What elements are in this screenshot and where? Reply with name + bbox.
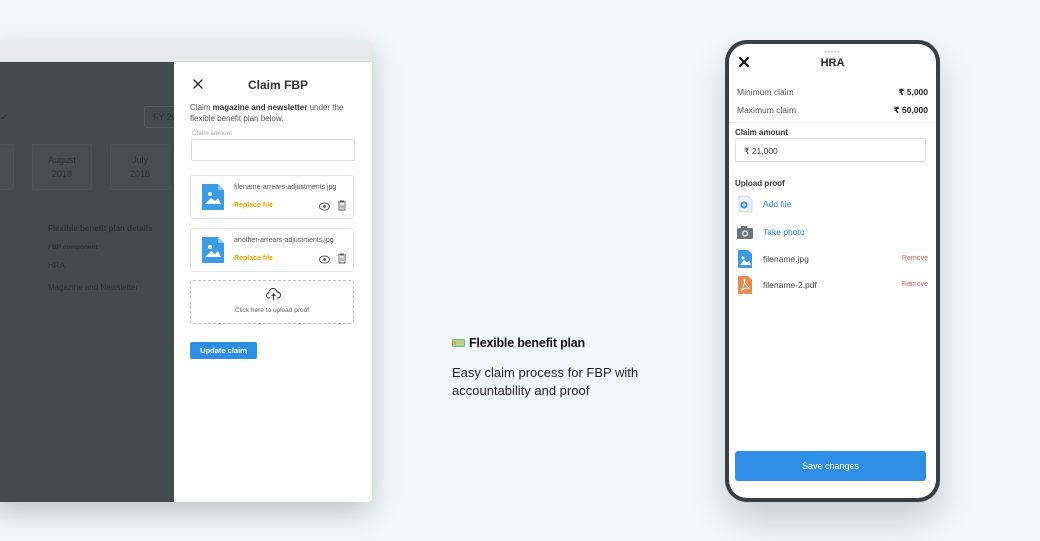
desc-bold: magazine and newsletter [212, 103, 308, 112]
component-row-magazine: Magazine and Newsletter [48, 283, 139, 292]
desc-prefix: Claim [190, 103, 213, 112]
money-icon [452, 339, 465, 347]
maximum-claim-value: ₹ 50,000 [893, 105, 928, 115]
image-file-icon [738, 250, 752, 268]
eye-icon[interactable] [319, 202, 330, 211]
panel-description: Claim magazine and newsletter under the … [190, 102, 360, 124]
camera-icon[interactable] [736, 223, 754, 241]
check-icon: ✓ [0, 112, 9, 123]
month-card-july: July 2018 [110, 144, 170, 190]
trash-icon[interactable] [337, 200, 347, 211]
upload-text: Click here to upload proof [234, 307, 310, 314]
upload-proof-label: Upload proof [735, 179, 785, 188]
feature-callout: Flexible benefit plan Easy claim process… [452, 336, 682, 400]
minimum-claim-value: ₹ 5,000 [898, 87, 928, 97]
claim-fbp-panel: Claim FBP Claim magazine and newsletter … [174, 62, 372, 502]
claim-amount-input[interactable]: ₹ 21,000 [735, 138, 926, 162]
minimum-claim-label: Minimum claim [737, 87, 794, 97]
divider [729, 122, 936, 123]
remove-file-link[interactable]: Remove [902, 255, 928, 262]
feature-title: Flexible benefit plan [469, 336, 585, 350]
file-name: filename.jpg [763, 254, 809, 264]
component-header: FBP component [48, 244, 98, 251]
feature-description: Easy claim process for FBP with accounta… [452, 365, 639, 398]
image-file-icon [202, 237, 224, 263]
trash-icon[interactable] [337, 253, 347, 264]
feature-header: Flexible benefit plan [452, 336, 682, 350]
month-name: August [47, 155, 77, 165]
file-card: filename-arrears-adjustments.jpg Replace… [190, 175, 354, 219]
save-changes-button[interactable]: Save changes [735, 451, 926, 481]
add-file-icon[interactable] [736, 195, 754, 213]
eye-icon[interactable] [319, 255, 330, 264]
details-title: Flexible benefit plan details [48, 224, 153, 233]
file-card: another-arrears-adjustments.jpg Replace … [190, 228, 354, 272]
replace-file-link[interactable]: Replace file [234, 202, 273, 209]
notch-icon: ••••• [824, 50, 841, 56]
month-year: 2018 [129, 169, 151, 179]
remove-file-link[interactable]: Remove [902, 281, 928, 288]
claim-amount-label: Claim amount [735, 128, 788, 137]
phone-frame: ••••• HRA Minimum claim ₹ 5,000 Maximum … [725, 40, 940, 502]
component-row-hra: HRA [48, 261, 65, 270]
replace-file-link[interactable]: Replace file [234, 255, 273, 262]
claim-amount-label: Claim amount [192, 130, 233, 137]
month-name: July [131, 155, 148, 165]
desktop-window: ✓ FY 20 August 2018 July 2018 Flexible b… [0, 40, 372, 502]
take-photo-link[interactable]: Take photo [763, 227, 805, 237]
panel-title: Claim FBP [247, 78, 308, 92]
image-file-icon [202, 184, 224, 210]
month-card-august: August 2018 [32, 144, 92, 190]
window-body: ✓ FY 20 August 2018 July 2018 Flexible b… [0, 62, 372, 502]
file-name: another-arrears-adjustments.jpg [234, 237, 334, 244]
update-claim-button[interactable]: Update claim [190, 342, 257, 359]
maximum-claim-label: Maximum claim [737, 105, 797, 115]
cloud-upload-icon [266, 288, 281, 300]
pdf-file-icon [738, 276, 752, 294]
month-year: 2018 [51, 169, 73, 179]
phone-screen: ••••• HRA Minimum claim ₹ 5,000 Maximum … [729, 44, 936, 498]
dimmed-background[interactable]: ✓ FY 20 August 2018 July 2018 Flexible b… [0, 62, 204, 502]
screen-title: HRA [820, 57, 845, 69]
month-card [0, 144, 14, 190]
add-file-link[interactable]: Add file [763, 199, 791, 209]
file-name: filename-arrears-adjustments.jpg [234, 184, 337, 191]
window-title-bar [0, 40, 372, 62]
upload-proof-dropzone[interactable]: Click here to upload proof [190, 280, 354, 324]
claim-amount-input[interactable] [191, 139, 355, 161]
file-name: filename-2.pdf [763, 280, 817, 290]
